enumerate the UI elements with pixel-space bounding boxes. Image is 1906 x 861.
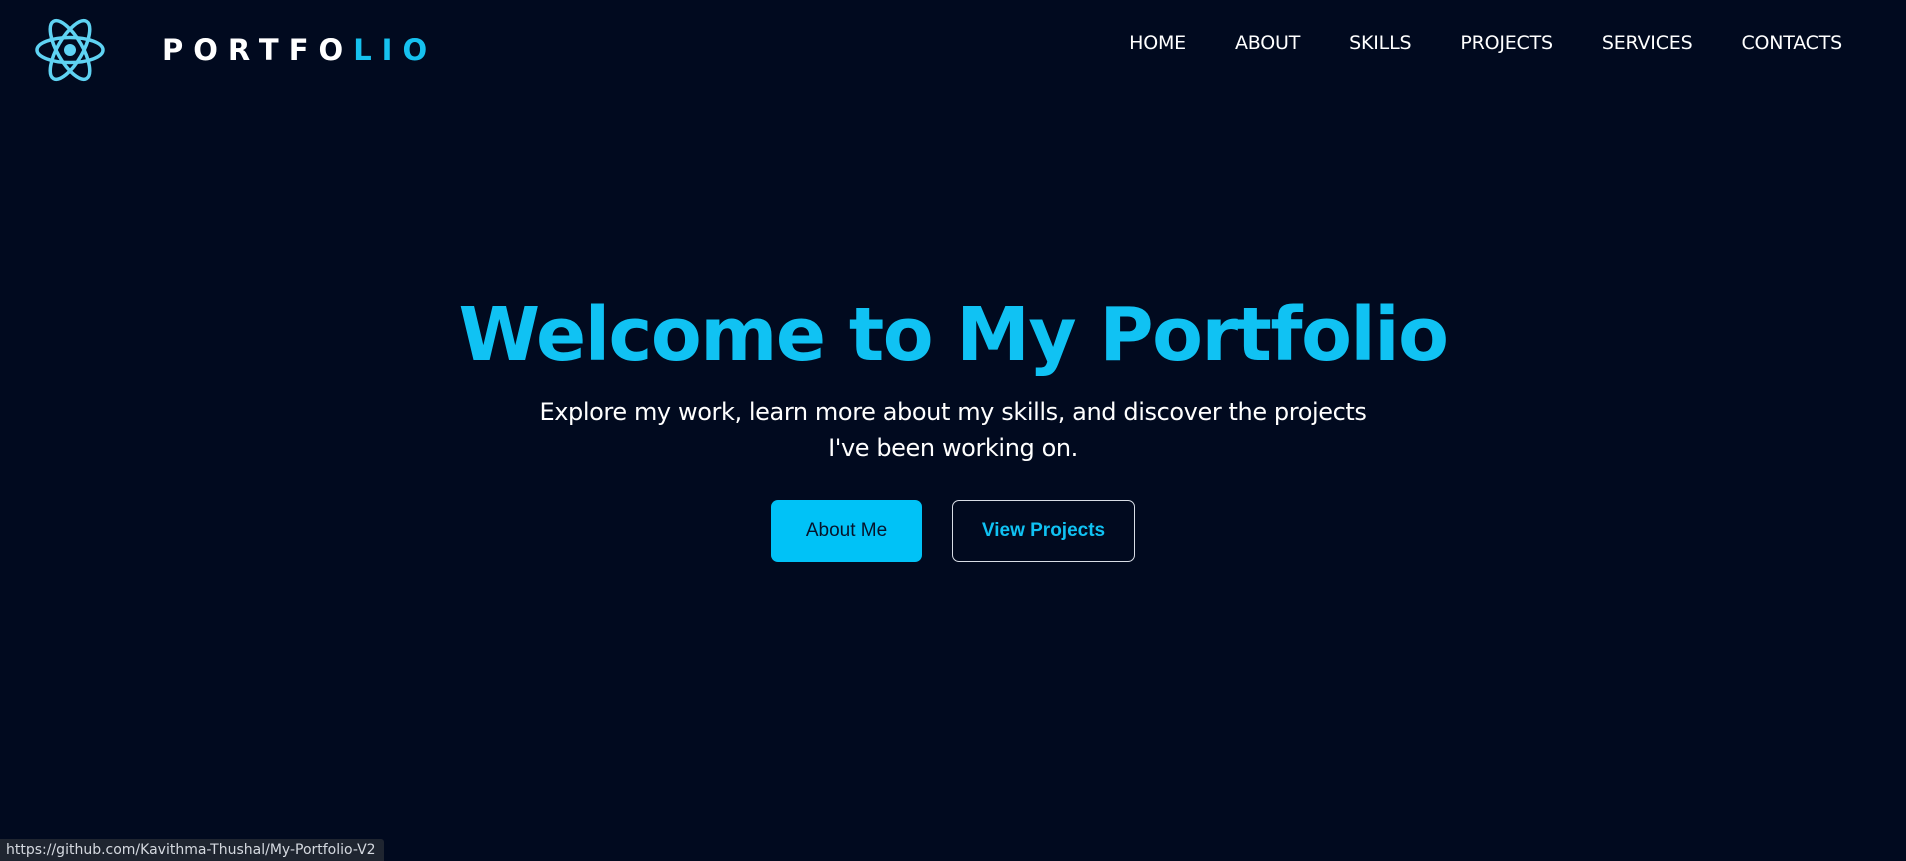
hero-title: Welcome to My Portfolio [458,292,1449,378]
about-me-button[interactable]: About Me [771,500,922,562]
view-projects-button[interactable]: View Projects [952,500,1135,562]
nav-about[interactable]: ABOUT [1235,32,1300,54]
nav-skills[interactable]: SKILLS [1349,32,1411,54]
site-header: PORTFOLIO HOME ABOUT SKILLS PROJECTS SER… [0,0,1906,94]
atom-icon [35,18,105,82]
main-nav: HOME ABOUT SKILLS PROJECTS SERVICES CONT… [1129,32,1842,54]
nav-contacts[interactable]: CONTACTS [1741,32,1842,54]
hero-section: Welcome to My Portfolio Explore my work,… [0,290,1906,562]
nav-projects[interactable]: PROJECTS [1460,32,1553,54]
brand-name-main: PORTFO [162,33,354,67]
nav-services[interactable]: SERVICES [1602,32,1693,54]
brand-name-accent: LIO [353,33,438,67]
brand-name: PORTFOLIO [162,33,437,67]
hero-actions: About Me View Projects [0,500,1906,562]
brand-logo-link[interactable]: PORTFOLIO [34,17,437,83]
page: PORTFOLIO HOME ABOUT SKILLS PROJECTS SER… [0,0,1906,861]
hero-subtitle: Explore my work, learn more about my ski… [539,398,1367,462]
nav-home[interactable]: HOME [1129,32,1186,54]
link-preview-status: https://github.com/Kavithma-Thushal/My-P… [0,839,384,861]
